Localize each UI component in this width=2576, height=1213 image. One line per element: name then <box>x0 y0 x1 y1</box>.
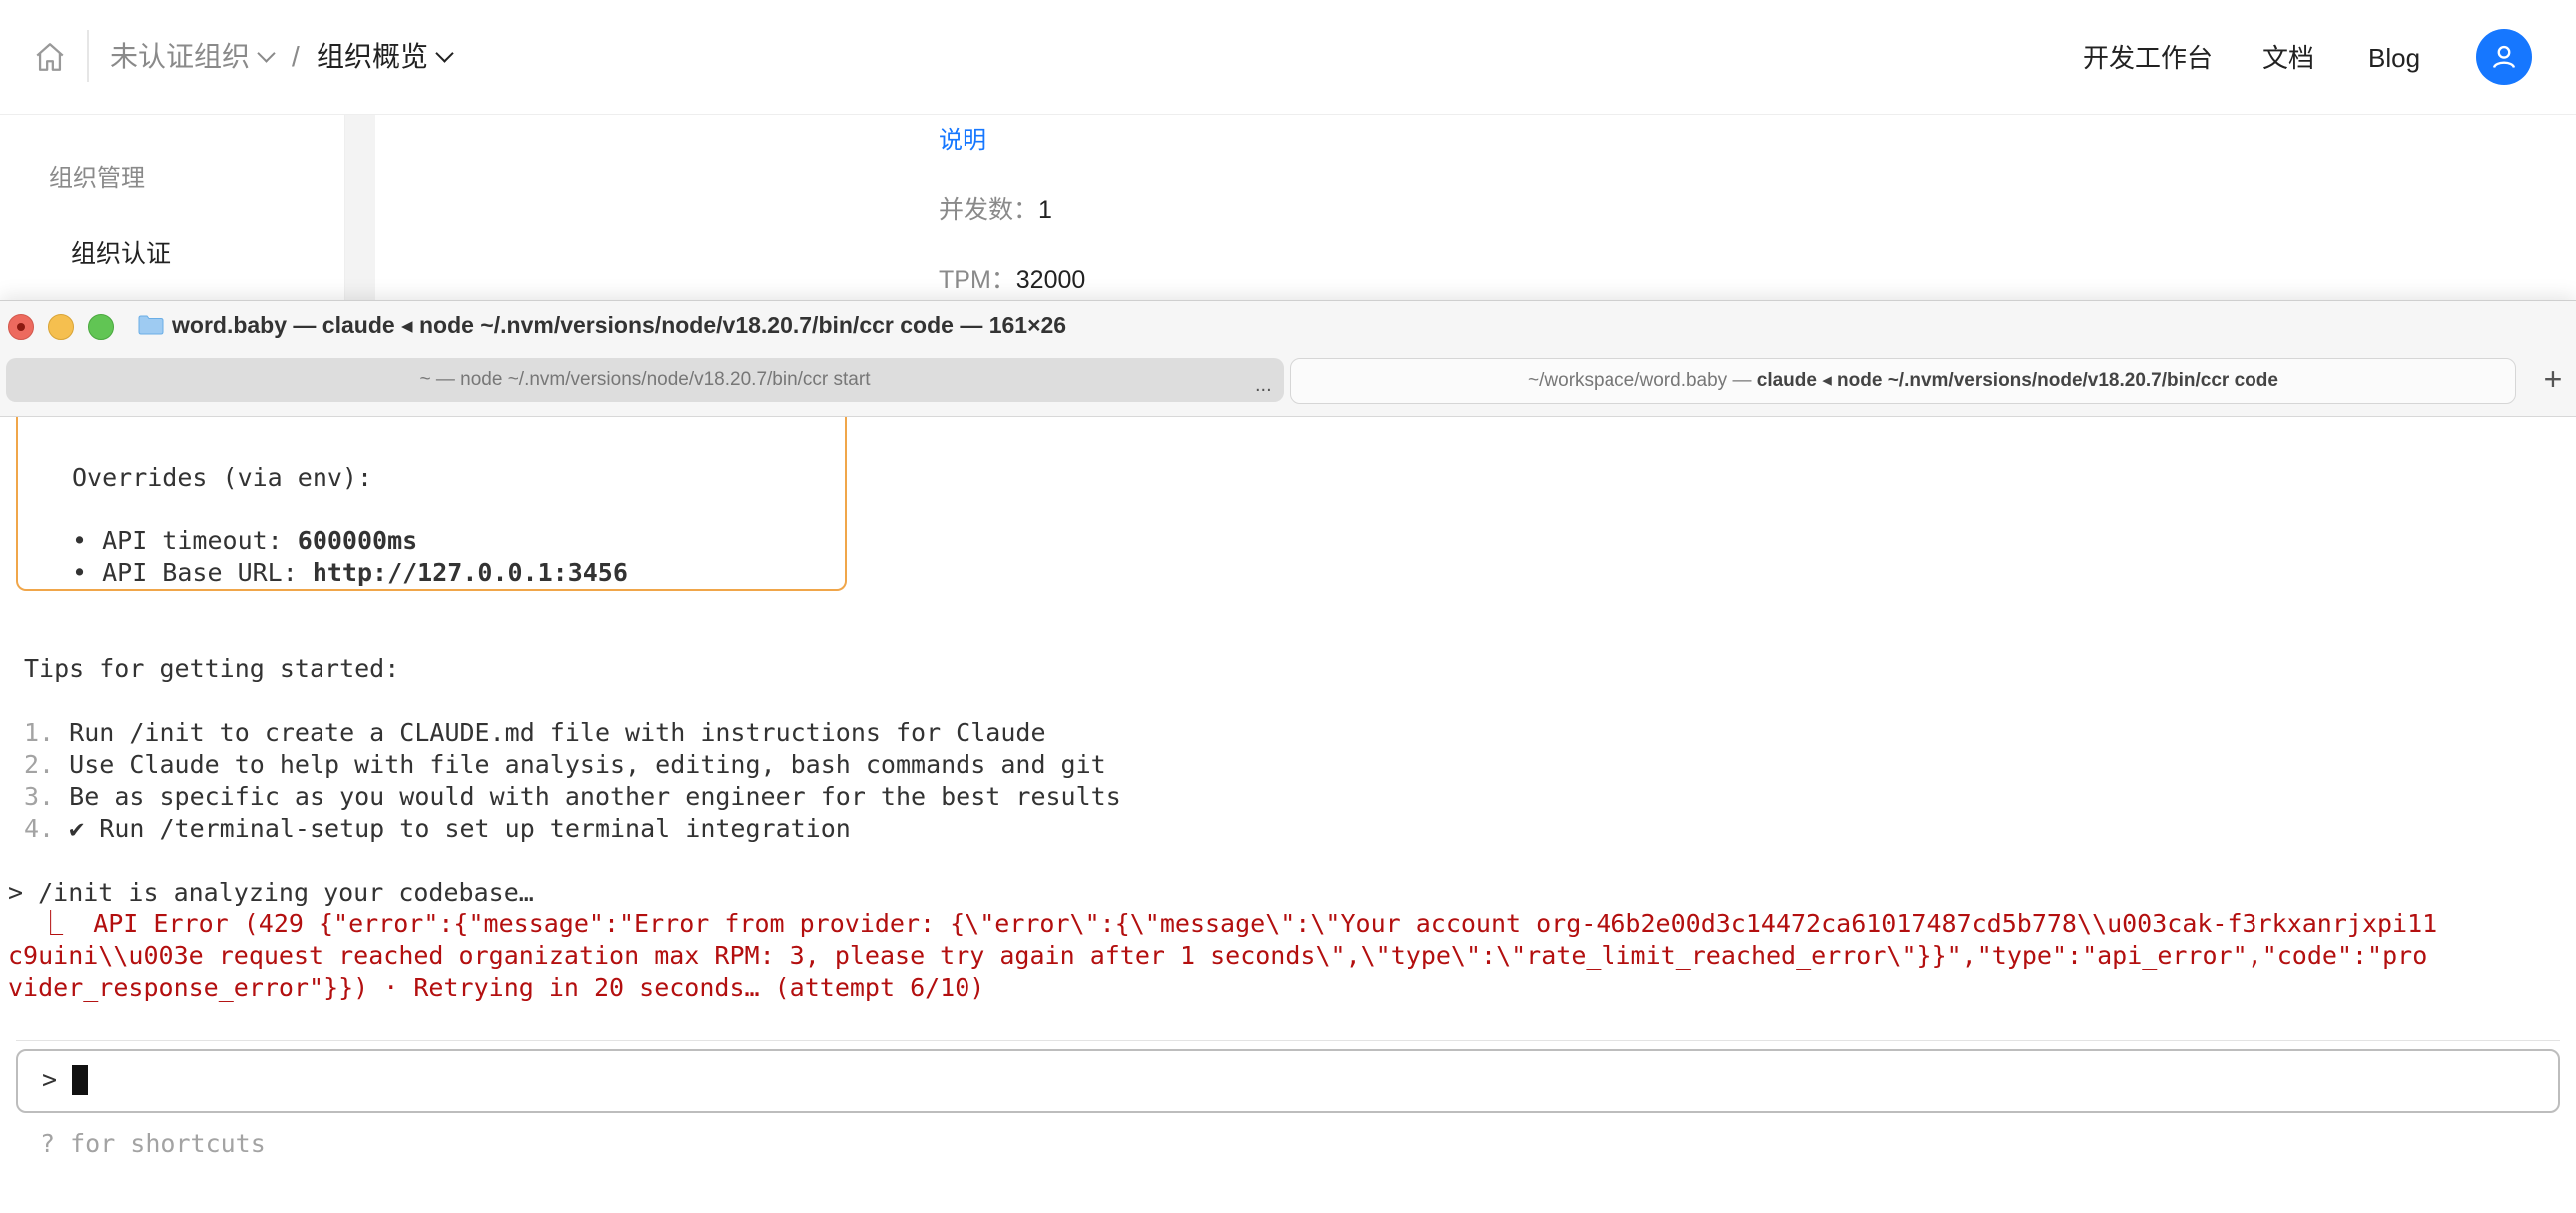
tpm-row: TPM：32000 <box>939 260 1085 296</box>
tips-heading: Tips for getting started: <box>24 654 400 683</box>
tip-text: Run /init to create a CLAUDE.md file wit… <box>54 718 1046 747</box>
chevron-down-icon <box>257 44 276 63</box>
tpm-value: 32000 <box>1015 266 1086 294</box>
error-line: ⎿ API Error (429 {"error":{"message":"Er… <box>8 910 2438 938</box>
tab-ccr-code[interactable]: ~/workspace/word.baby — claude ◂ node ~/… <box>1290 358 2516 404</box>
close-window-button[interactable] <box>8 314 34 340</box>
terminal-window: word.baby — claude ◂ node ~/.nvm/version… <box>0 300 2576 1213</box>
tip-item: 1. Run /init to create a CLAUDE.md file … <box>24 718 1046 748</box>
tip-item: 4. ✔ Run /terminal-setup to set up termi… <box>24 814 851 844</box>
new-tab-button[interactable]: + <box>2538 360 2568 400</box>
tab-path: ~/workspace/word.baby — <box>1528 370 1757 391</box>
nav-link-dev-console[interactable]: 开发工作台 <box>2083 40 2213 76</box>
breadcrumb-org-dropdown[interactable]: 未认证组织 <box>110 38 276 76</box>
sidebar-item-org-verification[interactable]: 组织认证 <box>71 234 171 270</box>
tip-text: Be as specific as you would with another… <box>54 782 1121 811</box>
api-base-url-label: • API Base URL: <box>72 558 313 587</box>
tip-number: 2. <box>24 750 55 779</box>
tip-number: 4. <box>24 814 55 843</box>
folder-icon <box>138 315 164 335</box>
breadcrumb-page-label: 组织概览 <box>317 41 429 72</box>
error-line: vider_response_error"}}) · Retrying in 2… <box>8 973 985 1002</box>
prompt-input[interactable]: > <box>16 1049 2560 1113</box>
tab-overflow-icon[interactable]: ... <box>1255 374 1272 397</box>
tab-process: claude ◂ node ~/.nvm/versions/node/v18.2… <box>1756 370 2278 391</box>
init-status-line: > /init is analyzing your codebase… <box>8 878 534 907</box>
overrides-heading: Overrides (via env): <box>72 463 373 492</box>
shortcuts-hint: ? for shortcuts <box>40 1129 266 1158</box>
minimize-window-button[interactable] <box>48 314 74 340</box>
text-cursor <box>72 1065 88 1095</box>
breadcrumb-page-dropdown[interactable]: 组织概览 <box>317 38 454 76</box>
error-line: c9uini\\u003e request reached organizati… <box>8 941 2428 970</box>
avatar[interactable] <box>2476 29 2532 85</box>
nav-link-blog[interactable]: Blog <box>2368 40 2420 76</box>
tab-ccr-start[interactable]: ~ — node ~/.nvm/versions/node/v18.20.7/b… <box>6 358 1284 402</box>
concurrency-label: 并发数： <box>939 196 1039 224</box>
breadcrumb-separator: / <box>292 41 300 72</box>
nav-divider <box>87 30 89 82</box>
chevron-down-icon <box>435 44 454 63</box>
tip-item: 2. Use Claude to help with file analysis… <box>24 750 1106 780</box>
breadcrumb-org-label: 未认证组织 <box>110 41 251 72</box>
user-icon <box>2492 45 2516 69</box>
tab-bar: ~ — node ~/.nvm/versions/node/v18.20.7/b… <box>0 352 2576 417</box>
tip-number: 1. <box>24 718 55 747</box>
api-base-url-value: http://127.0.0.1:3456 <box>312 558 628 587</box>
zoom-window-button[interactable] <box>88 314 114 340</box>
prompt-char: > <box>42 1065 58 1094</box>
tip-number: 3. <box>24 782 55 811</box>
api-timeout-value: 600000ms <box>297 526 418 555</box>
terminal-titlebar[interactable]: word.baby — claude ◂ node ~/.nvm/version… <box>0 301 2576 352</box>
tip-text: Use Claude to help with file analysis, e… <box>54 750 1106 779</box>
home-icon[interactable] <box>33 40 67 74</box>
tip-text: ✔ Run /terminal-setup to set up terminal… <box>54 814 851 843</box>
concurrency-row: 并发数：1 <box>939 190 1052 226</box>
info-link[interactable]: 说明 <box>939 120 986 155</box>
sidebar-heading: 组织管理 <box>49 165 145 192</box>
terminal-output[interactable]: Overrides (via env): • API timeout: 6000… <box>0 417 2576 1213</box>
window-title: word.baby — claude ◂ node ~/.nvm/version… <box>172 312 1067 338</box>
top-navbar: 未认证组织 / 组织概览 开发工作台 文档 Blog <box>0 0 2576 115</box>
api-timeout-line: • API timeout: 600000ms <box>72 526 417 556</box>
tpm-label: TPM： <box>939 266 1016 294</box>
api-timeout-label: • API timeout: <box>72 526 298 555</box>
input-separator <box>16 1040 2560 1041</box>
api-base-url-line: • API Base URL: http://127.0.0.1:3456 <box>72 558 628 588</box>
tip-item: 3. Be as specific as you would with anot… <box>24 782 1121 812</box>
nav-link-docs[interactable]: 文档 <box>2262 40 2314 76</box>
concurrency-value: 1 <box>1038 196 1052 224</box>
